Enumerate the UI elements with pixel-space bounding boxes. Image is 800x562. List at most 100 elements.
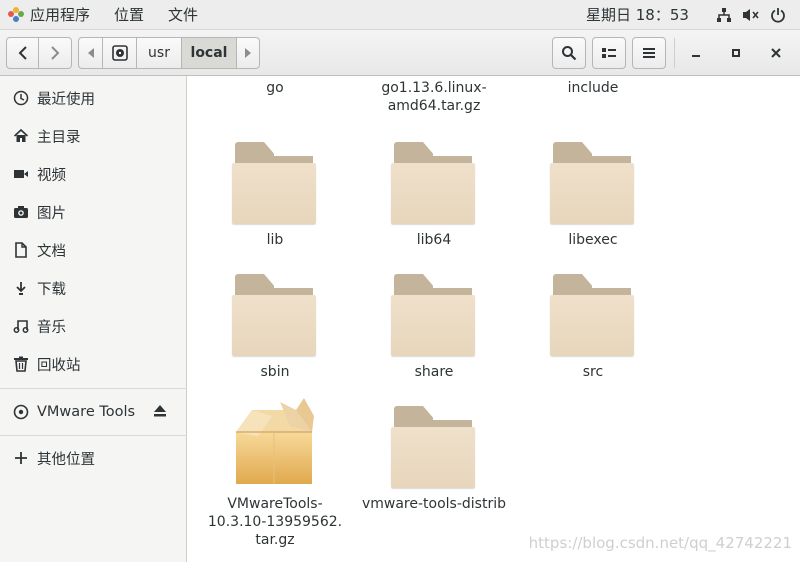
power-icon[interactable] (770, 7, 786, 23)
file-name: libexec (568, 232, 618, 248)
sidebar: 最近使用 主目录 视频 图片 文档 下载 音乐 回收站 VMware Tools… (0, 76, 187, 562)
file-name: sbin (260, 364, 290, 380)
file-name: 10.3.10-13959562. (207, 514, 343, 530)
sidebar-separator (0, 388, 187, 389)
music-icon (13, 318, 29, 334)
folder-icon[interactable] (232, 142, 316, 224)
sidebar-item-home[interactable]: 主目录 (0, 117, 187, 155)
trash-icon (13, 356, 29, 372)
sidebar-item-downloads[interactable]: 下载 (0, 269, 187, 307)
volume-muted-icon[interactable] (742, 7, 760, 23)
close-icon (771, 48, 781, 58)
file-name: include (567, 80, 619, 96)
file-item-share[interactable]: share (364, 363, 504, 381)
file-item-vmware-tools-distrib[interactable]: vmware-tools-distrib (354, 495, 514, 513)
document-icon (13, 242, 29, 258)
sidebar-item-recent[interactable]: 最近使用 (0, 79, 187, 117)
view-mode-button[interactable] (592, 37, 626, 69)
file-item-libexec[interactable]: libexec (523, 231, 663, 249)
path-bar: usr local (78, 37, 260, 69)
file-name: amd64.tar.gz (387, 98, 481, 114)
path-segment-usr[interactable]: usr (137, 38, 182, 68)
download-icon (13, 280, 29, 296)
sidebar-separator (0, 435, 187, 436)
sidebar-item-label: 最近使用 (37, 91, 95, 108)
menu-places[interactable]: 位置 (102, 0, 156, 30)
file-item-lib[interactable]: lib (205, 231, 345, 249)
sidebar-item-documents[interactable]: 文档 (0, 231, 187, 269)
chevron-left-icon (18, 46, 27, 60)
sidebar-item-trash[interactable]: 回收站 (0, 345, 187, 383)
folder-icon[interactable] (391, 142, 475, 224)
path-root-button[interactable] (103, 38, 137, 68)
forward-button[interactable] (39, 37, 72, 69)
sidebar-item-label: VMware Tools (37, 404, 136, 420)
hamburger-icon (643, 48, 655, 58)
file-item-go[interactable]: go (205, 79, 345, 97)
file-name: lib (266, 232, 284, 248)
folder-icon[interactable] (391, 274, 475, 356)
file-item-lib64[interactable]: lib64 (364, 231, 504, 249)
path-scroll-right-button[interactable] (237, 38, 259, 68)
file-item-src[interactable]: src (523, 363, 663, 381)
sidebar-item-label: 下载 (37, 281, 66, 298)
top-panel: 应用程序 位置 文件 星期日 18：53 (0, 0, 800, 30)
folder-icon[interactable] (550, 142, 634, 224)
header-separator (674, 38, 675, 68)
file-item-include[interactable]: include (523, 79, 663, 97)
sidebar-item-vmware-tools[interactable]: VMware Tools (0, 393, 187, 431)
file-grid: go go1.13.6.linux- amd64.tar.gz include … (188, 76, 800, 562)
gnome-foot-icon (8, 6, 24, 23)
file-name: src (582, 364, 604, 380)
search-icon (562, 46, 577, 61)
sidebar-item-videos[interactable]: 视频 (0, 155, 187, 193)
folder-icon[interactable] (391, 406, 475, 488)
path-segment-local[interactable]: local (182, 38, 237, 68)
menu-files[interactable]: 文件 (156, 0, 210, 30)
maximize-icon (732, 49, 740, 57)
network-icon[interactable] (716, 7, 732, 23)
sidebar-item-label: 音乐 (37, 319, 66, 336)
maximize-button[interactable] (720, 37, 752, 69)
menu-button[interactable] (632, 37, 666, 69)
back-button[interactable] (6, 37, 39, 69)
triangle-right-icon (245, 48, 251, 58)
close-button[interactable] (760, 37, 792, 69)
eject-icon[interactable] (153, 405, 167, 421)
sidebar-item-label: 其他位置 (37, 451, 95, 468)
file-name: lib64 (416, 232, 452, 248)
file-item-sbin[interactable]: sbin (205, 363, 345, 381)
applications-menu[interactable]: 应用程序 (0, 0, 102, 30)
path-scroll-left-button[interactable] (79, 38, 103, 68)
file-name: VMwareTools- (227, 496, 323, 512)
sidebar-item-label: 图片 (37, 205, 66, 222)
sidebar-item-label: 视频 (37, 167, 66, 184)
sidebar-item-other-locations[interactable]: 其他位置 (0, 439, 187, 477)
system-tray[interactable] (716, 0, 786, 30)
search-button[interactable] (552, 37, 586, 69)
sidebar-item-label: 回收站 (37, 357, 81, 374)
watermark: https://blog.csdn.net/qq_42742221 (528, 534, 792, 552)
sidebar-item-music[interactable]: 音乐 (0, 307, 187, 345)
drive-icon (111, 45, 128, 61)
minimize-icon (692, 55, 700, 57)
menu-applications[interactable]: 应用程序 (30, 0, 102, 30)
list-view-icon (602, 48, 616, 58)
file-item-vmwaretools-tarball[interactable]: VMwareTools- 10.3.10-13959562. tar.gz (205, 495, 345, 549)
camera-icon (13, 204, 29, 220)
folder-icon[interactable] (232, 274, 316, 356)
triangle-left-icon (87, 48, 94, 58)
folder-icon[interactable] (550, 274, 634, 356)
file-name: go (266, 80, 284, 96)
file-name: tar.gz (255, 532, 295, 548)
recent-icon (13, 90, 29, 106)
video-icon (13, 166, 29, 182)
sidebar-item-label: 文档 (37, 243, 66, 260)
clock[interactable]: 星期日 18：53 (586, 0, 689, 30)
minimize-button[interactable] (680, 37, 712, 69)
file-name: vmware-tools-distrib (361, 496, 506, 512)
file-item-go-tarball[interactable]: go1.13.6.linux- amd64.tar.gz (364, 79, 504, 115)
chevron-right-icon (51, 46, 60, 60)
sidebar-item-pictures[interactable]: 图片 (0, 193, 187, 231)
archive-icon[interactable] (232, 396, 316, 488)
